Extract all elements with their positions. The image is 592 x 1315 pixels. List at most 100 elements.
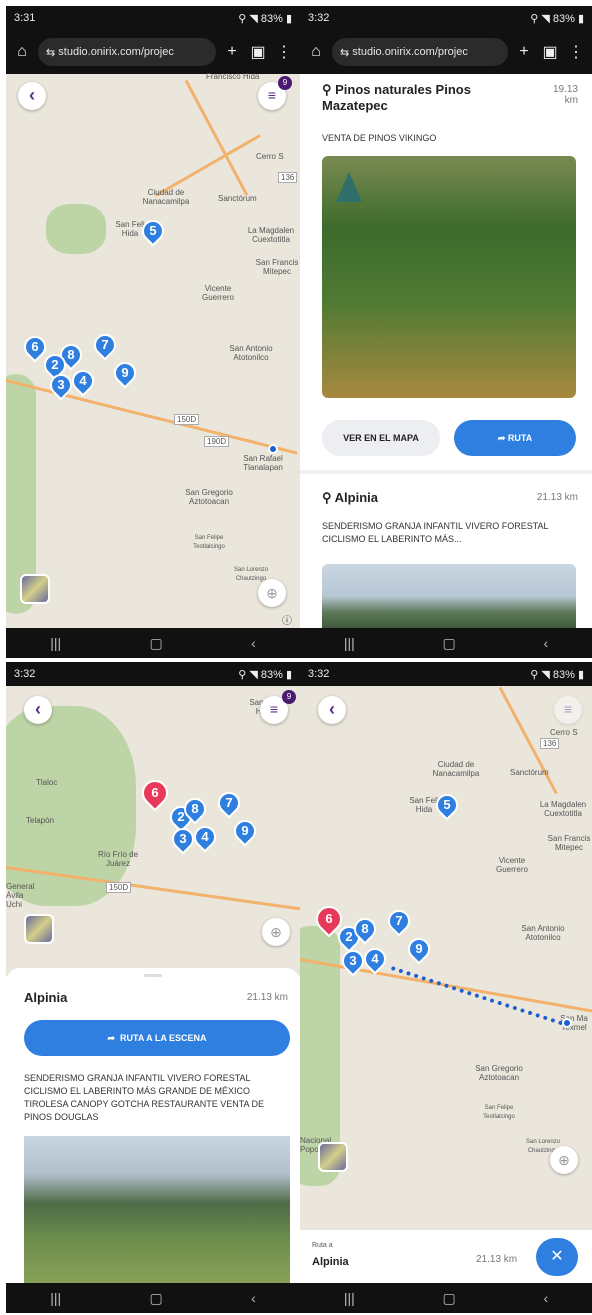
close-route-button[interactable]: ✕	[536, 1238, 578, 1276]
locate-me-button[interactable]: ⊕	[258, 579, 286, 607]
url-field[interactable]: ⇆ studio.onirix.com/projec	[332, 38, 508, 66]
layer-toggle-button[interactable]	[24, 914, 54, 944]
road-shield: 136	[540, 738, 560, 749]
map-label: Vicente Guerrero	[201, 284, 234, 302]
home-nav-icon[interactable]: ▢	[443, 635, 456, 652]
map-label: San Rafael Tlanalapan	[243, 454, 283, 472]
scene-pin-7[interactable]: 7	[213, 787, 245, 819]
android-nav-bar: ||| ▢ ‹	[300, 628, 592, 658]
route-button[interactable]: ➦ RUTA	[454, 420, 576, 456]
status-bar: 3:32 ⚲ ◥ 83% ▮	[300, 662, 592, 686]
route-info-bar: Ruta a Alpinia 21.13 km ✕	[300, 1229, 592, 1283]
scene-card[interactable]: ⚲ Pinos naturales Pinos Mazatepec 19.13 …	[300, 74, 592, 470]
map-label: Cerro S	[550, 728, 578, 737]
road-shield: 190D	[204, 436, 230, 447]
back-button[interactable]: ‹	[318, 696, 346, 724]
map-view[interactable]: Francisco Hida Cerro S Ciudad de Nanacam…	[6, 72, 300, 628]
scene-pin-4[interactable]: 4	[189, 821, 221, 853]
map-label: San Antonio Atotonilco	[521, 924, 565, 942]
sheet-handle[interactable]	[144, 974, 162, 977]
android-nav-bar: ||| ▢ ‹	[6, 628, 300, 658]
recents-icon[interactable]: |||	[50, 1290, 61, 1306]
home-nav-icon[interactable]: ▢	[443, 1290, 456, 1307]
route-arrow-icon: ➦	[107, 1033, 121, 1043]
screen-2-list: 3:32 ⚲ ◥ 83% ▮ ⌂ ⇆ studio.onirix.com/proj…	[300, 6, 592, 658]
clock: 3:32	[308, 12, 330, 24]
tabs-icon[interactable]: ▣	[248, 42, 268, 62]
status-bar: 3:31 ⚲ ◥ 83% ▮	[6, 6, 300, 30]
map-view[interactable]: Cerro S Ciudad de Nanacamilpa Sanctórum …	[300, 686, 592, 1229]
back-nav-icon[interactable]: ‹	[543, 1290, 548, 1306]
layer-toggle-button[interactable]	[20, 574, 50, 604]
map-label: San Gregorio Aztotoacan	[185, 488, 233, 506]
map-label: Sanctórum	[510, 768, 549, 777]
menu-badge: 9	[282, 690, 296, 704]
scene-photo	[322, 564, 576, 628]
route-label: Ruta a	[312, 1242, 333, 1249]
clock: 3:32	[308, 668, 330, 680]
scene-pin-9[interactable]: 9	[403, 933, 435, 965]
site-info-icon[interactable]: ⇆	[46, 46, 58, 59]
map-label: Vicente Guerrero	[495, 856, 528, 874]
scene-pin-6-selected[interactable]: 6	[136, 774, 174, 812]
route-to-scene-button[interactable]: ➦ RUTA A LA ESCENA	[24, 1020, 290, 1056]
scene-description: SENDERISMO GRANJA INFANTIL VIVERO FOREST…	[322, 521, 549, 544]
tabs-icon[interactable]: ▣	[540, 42, 560, 62]
home-nav-icon[interactable]: ▢	[150, 635, 163, 652]
map-label: San Francis Mitepec	[255, 258, 299, 276]
clock: 3:32	[14, 668, 36, 680]
back-nav-icon[interactable]: ‹	[251, 635, 256, 651]
locate-me-button[interactable]: ⊕	[550, 1146, 578, 1174]
scene-distance: 21.13 km	[246, 992, 288, 1003]
map-label: San Gregorio Aztotoacan	[475, 1064, 523, 1082]
back-nav-icon[interactable]: ‹	[543, 635, 548, 651]
map-view[interactable]: San Feli Hida Tlaloc Telapón Río Frío de…	[6, 686, 300, 976]
scene-pin-4[interactable]: 4	[67, 365, 99, 397]
scene-photo	[322, 156, 576, 398]
home-nav-icon[interactable]: ▢	[150, 1290, 163, 1307]
scene-pin-9[interactable]: 9	[229, 815, 261, 847]
more-icon[interactable]: ⋮	[274, 42, 294, 62]
map-label: La Magdalen Cuextotitla	[247, 226, 295, 244]
new-tab-icon[interactable]: +	[222, 43, 242, 61]
scene-card[interactable]: ⚲ Alpinia 21.13 km SENDERISMO GRANJA INF…	[300, 476, 592, 628]
back-button[interactable]: ‹	[24, 696, 52, 724]
new-tab-icon[interactable]: +	[514, 43, 534, 61]
url-field[interactable]: ⇆ studio.onirix.com/projec	[38, 38, 216, 66]
browser-bar: ⌂ ⇆ studio.onirix.com/projec + ▣ ⋮	[300, 30, 592, 74]
recents-icon[interactable]: |||	[344, 1290, 355, 1306]
scene-pin-7[interactable]: 7	[383, 905, 415, 937]
map-label: Río Frío de Juárez	[98, 850, 139, 868]
locate-me-button[interactable]: ⊕	[262, 918, 290, 946]
android-nav-bar: ||| ▢ ‹	[6, 1283, 300, 1313]
info-icon[interactable]: ⓘ	[282, 612, 292, 627]
map-label: San Francis Mitepec	[547, 834, 591, 852]
recents-icon[interactable]: |||	[50, 635, 61, 651]
battery-indicator: ⚲ ◥ 83% ▮	[530, 668, 584, 681]
more-icon[interactable]: ⋮	[566, 42, 586, 62]
route-line	[390, 966, 564, 1026]
home-icon[interactable]: ⌂	[306, 43, 326, 61]
scene-title: Alpinia	[24, 990, 68, 1005]
location-pin-icon: ⚲ Alpinia	[322, 490, 378, 505]
site-info-icon[interactable]: ⇆	[340, 46, 352, 59]
back-nav-icon[interactable]: ‹	[251, 1290, 256, 1306]
scene-pin-9[interactable]: 9	[109, 357, 141, 389]
scene-photo	[24, 1136, 290, 1286]
home-icon[interactable]: ⌂	[12, 43, 32, 61]
layer-toggle-button[interactable]	[318, 1142, 348, 1172]
scene-pin-5[interactable]: 5	[431, 789, 463, 821]
road	[6, 379, 298, 455]
screen-3-detail: 3:32 ⚲ ◥ 83% ▮ San Feli Hida Tlaloc Telap…	[6, 662, 300, 1313]
map-label: Ciudad de Nanacamilpa	[432, 760, 480, 778]
menu-button[interactable]: ≡	[554, 696, 582, 724]
map-label: Tlaloc	[36, 778, 58, 787]
recents-icon[interactable]: |||	[344, 635, 355, 651]
road-shield: 150D	[174, 414, 200, 425]
scene-detail-sheet: Alpinia 21.13 km ➦ RUTA A LA ESCENA SEND…	[6, 968, 300, 1286]
scene-pin-7[interactable]: 7	[89, 329, 121, 361]
road-shield: 136	[278, 172, 298, 183]
location-pin-icon: ⚲ Pinos naturales Pinos Mazatepec	[322, 82, 471, 113]
view-on-map-button[interactable]: VER EN EL MAPA	[322, 420, 440, 456]
back-button[interactable]: ‹	[18, 82, 46, 110]
